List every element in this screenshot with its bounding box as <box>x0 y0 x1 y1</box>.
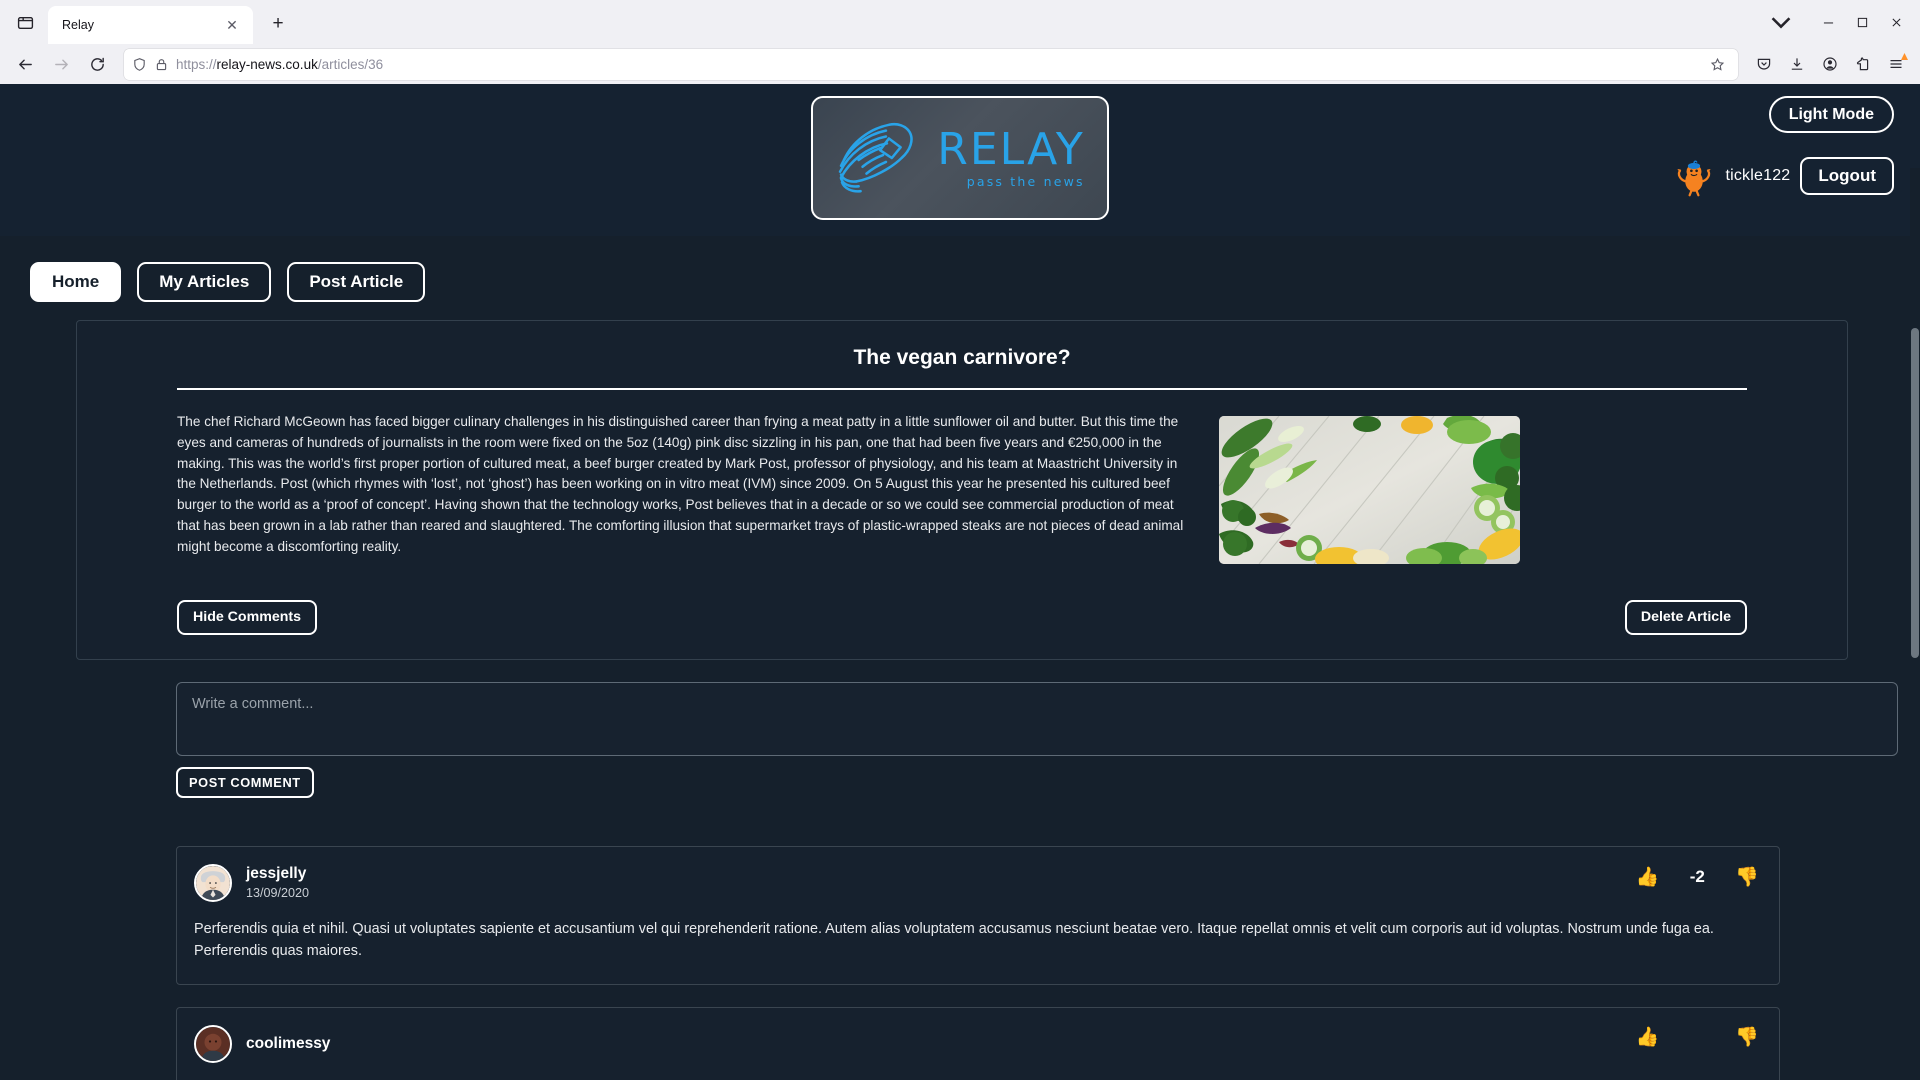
navigation-toolbar: https://relay-news.co.uk/articles/36 <box>0 44 1920 84</box>
comment-author: jessjelly <box>246 865 307 883</box>
logo-wordmark: RELAY <box>937 123 1085 175</box>
article-image <box>1219 416 1520 564</box>
chevron-down-icon[interactable] <box>1766 8 1796 36</box>
nav-item-my-articles[interactable]: My Articles <box>137 262 272 302</box>
thumbs-up-icon[interactable]: 👍 <box>1636 1028 1660 1047</box>
lock-icon <box>156 58 167 70</box>
url-domain: relay-news.co.uk <box>216 56 318 72</box>
comment-author: coolimessy <box>246 1034 331 1052</box>
user-row: tickle122 Logout <box>1673 155 1894 197</box>
pocket-icon[interactable] <box>1748 49 1780 79</box>
avatar <box>1677 160 1712 197</box>
avatar <box>194 1025 232 1064</box>
new-tab-icon[interactable]: + <box>261 7 295 41</box>
content-area: The vegan carnivore? The chef Richard Mc… <box>76 320 1898 1080</box>
web-page: RELAY pass the news Light Mode tickle122… <box>0 84 1920 1080</box>
address-bar[interactable]: https://relay-news.co.uk/articles/36 <box>124 48 1738 80</box>
comment-item: coolimessy 👍 👎 <box>176 1007 1780 1080</box>
comment-votes: 👍 👎 <box>1636 1028 1759 1047</box>
article-text: The chef Richard McGeown has faced bigge… <box>177 414 1184 554</box>
post-comment-button[interactable]: POST COMMENT <box>176 767 314 799</box>
comment-header: coolimessy <box>194 1025 1762 1064</box>
maximize-button[interactable] <box>1846 8 1878 36</box>
back-arrow-icon[interactable] <box>8 48 42 80</box>
download-icon[interactable] <box>1781 49 1813 79</box>
article-body: The chef Richard McGeown has faced bigge… <box>77 390 1847 564</box>
comment-date: 13/09/2020 <box>246 886 310 901</box>
scrollbar-thumb[interactable] <box>1911 328 1919 658</box>
reload-icon[interactable] <box>80 48 114 80</box>
extensions-icon[interactable] <box>1847 49 1879 79</box>
header-right: Light Mode tickle122 Logout <box>1673 96 1894 197</box>
comment-votes: 👍 -2 👎 <box>1636 867 1759 887</box>
browser-chrome: Relay ✕ + https://relay-news.co.uk/artic… <box>0 0 1920 84</box>
browser-tab[interactable]: Relay ✕ <box>48 6 253 44</box>
shield-icon <box>134 57 145 71</box>
hide-comments-button[interactable]: Hide Comments <box>177 600 317 636</box>
close-icon[interactable]: ✕ <box>221 14 243 36</box>
nav-item-post-article[interactable]: Post Article <box>287 262 426 302</box>
vote-count: -2 <box>1689 867 1705 887</box>
url-text: https://relay-news.co.uk/articles/36 <box>176 57 1697 72</box>
thumbs-down-icon[interactable]: 👎 <box>1735 868 1759 887</box>
tab-strip: Relay ✕ + <box>0 0 1920 44</box>
page-title: The vegan carnivore? <box>853 346 1071 369</box>
username-label: tickle122 <box>1725 167 1791 185</box>
avatar <box>194 864 232 903</box>
list-all-tabs-icon[interactable] <box>6 3 44 41</box>
delete-article-button[interactable]: Delete Article <box>1624 600 1747 636</box>
thumbs-down-icon[interactable]: 👎 <box>1735 1028 1759 1047</box>
article-actions: Hide Comments Delete Article <box>77 564 1847 659</box>
comment-input[interactable] <box>176 682 1898 757</box>
toolbar-icons <box>1748 49 1912 79</box>
minimize-button[interactable] <box>1812 8 1844 36</box>
comment-item: jessjelly 13/09/2020 👍 -2 👎 Perferendis … <box>176 846 1780 986</box>
window-controls <box>1766 8 1912 36</box>
newspaper-icon <box>839 122 913 193</box>
forward-arrow-icon[interactable] <box>44 48 78 80</box>
page-scrollbar[interactable] <box>1910 168 1920 1080</box>
article-card: The vegan carnivore? The chef Richard Mc… <box>76 320 1848 661</box>
account-icon[interactable] <box>1814 49 1846 79</box>
url-path: /articles/36 <box>317 56 384 72</box>
thumbs-up-icon[interactable]: 👍 <box>1636 868 1660 887</box>
logout-button[interactable]: Logout <box>1800 156 1894 196</box>
comment-header: jessjelly 13/09/2020 <box>194 864 1762 903</box>
nav-item-home[interactable]: Home <box>30 262 122 302</box>
close-window-button[interactable] <box>1880 8 1912 36</box>
primary-nav: Home My Articles Post Article <box>30 262 426 302</box>
comment-body: Perferendis quia et nihil. Quasi ut volu… <box>194 921 1714 960</box>
tab-title: Relay <box>62 18 94 32</box>
comment-form: POST COMMENT <box>76 660 1898 799</box>
site-header: RELAY pass the news Light Mode tickle122… <box>0 84 1920 236</box>
star-icon[interactable] <box>1704 51 1730 77</box>
comments-list: jessjelly 13/09/2020 👍 -2 👎 Perferendis … <box>76 798 1880 1080</box>
logo-tagline: pass the news <box>966 173 1085 189</box>
light-mode-toggle[interactable]: Light Mode <box>1768 96 1894 134</box>
url-scheme: https:// <box>176 56 217 72</box>
hamburger-menu-icon[interactable] <box>1880 49 1912 79</box>
site-logo[interactable]: RELAY pass the news <box>811 96 1109 220</box>
